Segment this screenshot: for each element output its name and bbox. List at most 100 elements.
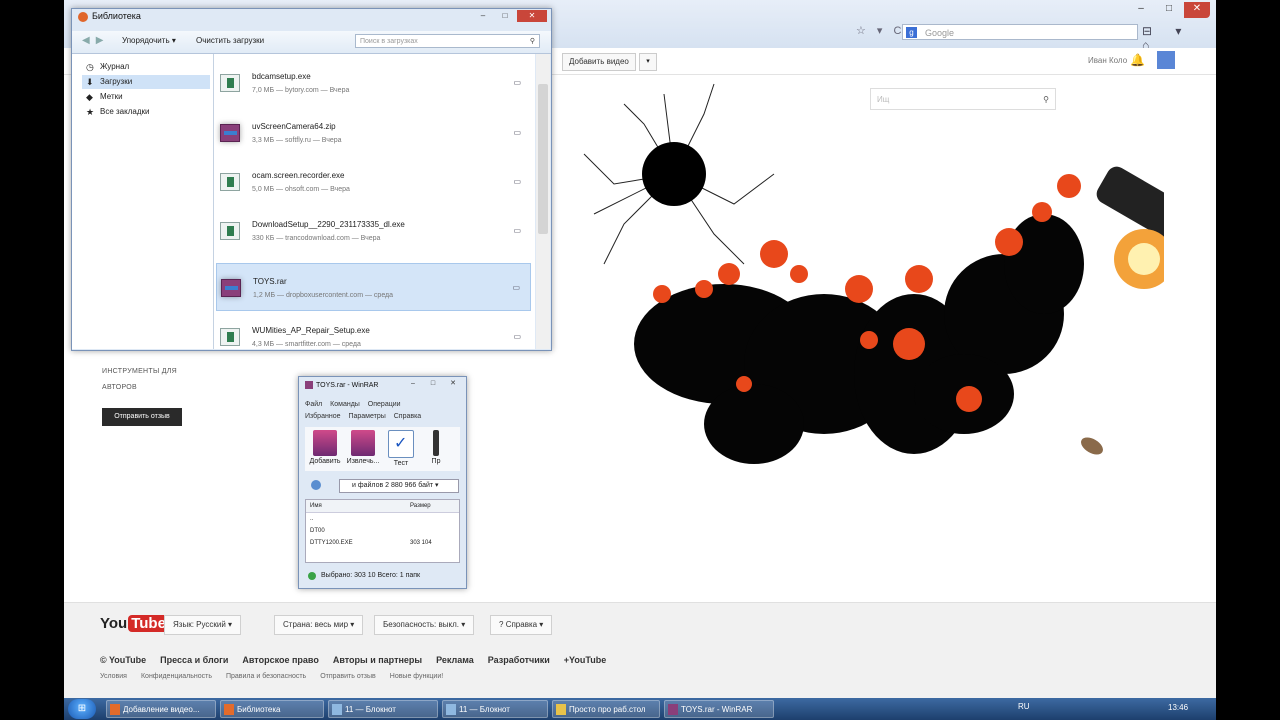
creator-tools-heading[interactable]: ИНСТРУМЕНТЫ ДЛЯ АВТОРОВ	[102, 364, 177, 396]
minimize-button[interactable]: –	[473, 10, 493, 22]
folder-icon[interactable]: ▭	[513, 332, 521, 341]
scrollbar-thumb[interactable]	[538, 84, 548, 234]
extract-button[interactable]: Извлечь...	[345, 430, 381, 465]
download-item[interactable]: bdcamsetup.exe 7,0 МБ — bytory.com — Вчер…	[216, 59, 531, 107]
taskbar-item[interactable]: 11 — Блокнот	[442, 700, 548, 718]
clock[interactable]: 13:46	[1168, 703, 1188, 712]
menu-item-options[interactable]: Параметры	[348, 413, 385, 420]
table-row[interactable]: DT00	[306, 525, 459, 537]
taskbar-item[interactable]: Добавление видео...	[106, 700, 216, 718]
winrar-title-bar[interactable]: TOYS.rar - WinRAR	[305, 381, 379, 389]
language-button[interactable]: Язык: Русский ▾	[164, 615, 242, 635]
taskbar-item[interactable]: TOYS.rar - WinRAR	[664, 700, 774, 718]
taskbar-item[interactable]: 11 — Блокнот	[328, 700, 438, 718]
taskbar-item[interactable]: Просто про раб.стол	[552, 700, 660, 718]
maximize-button[interactable]: □	[424, 379, 442, 389]
download-item[interactable]: uvScreenCamera64.zip 3,3 МБ — softfly.ru …	[216, 109, 531, 157]
column-name[interactable]: Имя	[310, 500, 322, 512]
footer-link[interactable]: Пресса и блоги	[160, 655, 228, 665]
library-title-bar[interactable]: Библиотека	[78, 11, 141, 22]
sidebar-item-downloads[interactable]: ⬇ Загрузки	[82, 75, 210, 89]
download-item[interactable]: DownloadSetup__2290_231173335_dl.exe 330 …	[216, 207, 531, 255]
download-meta: 1,2 МБ — dropboxusercontent.com — среда	[253, 292, 394, 299]
firefox-icon	[78, 11, 88, 22]
app-icon	[446, 704, 456, 715]
send-feedback-button[interactable]: Отправить отзыв	[102, 408, 182, 426]
folder-icon[interactable]: ▭	[513, 128, 521, 137]
footer-link[interactable]: Разработчики	[488, 655, 550, 665]
sidebar-item-label: Метки	[100, 92, 123, 101]
folder-icon[interactable]: ▭	[513, 226, 521, 235]
menu-item-commands[interactable]: Команды	[330, 401, 360, 408]
sidebar-item-tags[interactable]: ◆ Метки	[82, 90, 123, 104]
folder-icon[interactable]: ▭	[513, 177, 521, 186]
footer-sub-link[interactable]: Конфиденциальность	[141, 673, 212, 680]
language-indicator[interactable]: RU	[1018, 702, 1030, 711]
table-row[interactable]: DTTY1200.EXE 303 104	[306, 537, 459, 549]
close-button[interactable]: ✕	[1184, 2, 1210, 18]
download-item[interactable]: ocam.screen.recorder.exe 5,0 МБ — ohsoft.…	[216, 158, 531, 206]
download-item[interactable]: WUMities_AP_Repair_Setup.exe 4,3 МБ — sma…	[216, 313, 531, 349]
youtube-logo[interactable]: You Tube	[100, 615, 169, 632]
minimize-button[interactable]: –	[1128, 2, 1154, 18]
view-button[interactable]: Пр	[421, 430, 451, 465]
help-button[interactable]: ? Справка ▾	[490, 615, 553, 635]
up-folder-icon[interactable]	[311, 480, 321, 490]
folder-icon[interactable]: ▭	[512, 283, 520, 292]
library-toolbar: ◀▶ Упорядочить ▾ Очистить загрузки Поиск…	[72, 31, 551, 54]
archive-file-icon	[221, 279, 241, 297]
cannon-icon	[1096, 166, 1164, 289]
bookmark-reload-icons[interactable]: ☆ ▾ C	[856, 24, 905, 37]
search-icon[interactable]: ⚲	[530, 35, 535, 49]
footer-sub-link[interactable]: Условия	[100, 673, 127, 680]
desktop-toy-overlay	[583, 83, 1164, 464]
footer-link[interactable]: © YouTube	[100, 655, 146, 665]
country-button[interactable]: Страна: весь мир ▾	[274, 615, 364, 635]
language-label: Язык: Русский	[173, 620, 226, 629]
downloads-search-input[interactable]: Поиск в загрузках ⚲	[355, 34, 540, 48]
add-button[interactable]: Добавить	[307, 430, 343, 465]
winrar-menu: Файл Команды Операции Избранное Параметр…	[305, 399, 460, 425]
clear-downloads-button[interactable]: Очистить загрузки	[196, 36, 264, 45]
footer-link[interactable]: Реклама	[436, 655, 474, 665]
app-icon	[668, 704, 678, 715]
menu-item-operations[interactable]: Операции	[368, 401, 401, 408]
maximize-button[interactable]: □	[1156, 2, 1182, 18]
library-sidebar: ◷ Журнал ⬇ Загрузки ◆ Метки ★ Все закладки	[72, 54, 214, 349]
column-size[interactable]: Размер	[410, 500, 431, 512]
footer-link[interactable]: +YouTube	[564, 655, 606, 665]
test-button[interactable]: Тест	[383, 430, 419, 467]
file-name: ..	[310, 516, 314, 522]
back-forward-icons[interactable]: ◀▶	[82, 35, 109, 46]
tool-label: Извлечь...	[346, 458, 380, 465]
sidebar-item-bookmarks[interactable]: ★ Все закладки	[82, 105, 149, 119]
minimize-button[interactable]: –	[404, 379, 422, 389]
table-row[interactable]: ..	[306, 513, 459, 525]
winrar-icon	[305, 381, 313, 389]
close-button[interactable]: ✕	[517, 10, 547, 22]
taskbar-item[interactable]: Библиотека	[220, 700, 324, 718]
taskbar: ⊞ Добавление видео... Библиотека 11 — Блок…	[64, 698, 1216, 720]
download-item-selected[interactable]: TOYS.rar 1,2 МБ — dropboxusercontent.com …	[216, 263, 531, 311]
downloads-scrollbar[interactable]	[536, 54, 550, 349]
footer-sub-link[interactable]: Новые функции!	[390, 673, 443, 680]
folder-icon[interactable]: ▭	[513, 78, 521, 87]
organize-menu[interactable]: Упорядочить ▾	[122, 36, 176, 45]
sidebar-item-history[interactable]: ◷ Журнал	[82, 60, 129, 74]
start-button[interactable]: ⊞	[68, 699, 96, 719]
footer-sub-link[interactable]: Правила и безопасность	[226, 673, 306, 680]
menu-item-favorites[interactable]: Избранное	[305, 413, 340, 420]
download-meta: 5,0 МБ — ohsoft.com — Вчера	[252, 186, 350, 193]
status-text: Выбрано: 303 10 Всего: 1 папк	[321, 572, 421, 579]
footer-sub-link[interactable]: Отправить отзыв	[320, 673, 376, 680]
close-button[interactable]: ✕	[444, 379, 462, 389]
footer-link[interactable]: Авторы и партнеры	[333, 655, 422, 665]
archive-path-dropdown[interactable]: и файлов 2 880 966 байт ▾	[339, 479, 459, 493]
checkmark-icon	[388, 430, 414, 458]
footer-link[interactable]: Авторское право	[242, 655, 318, 665]
search-engine-input[interactable]: g Google	[902, 24, 1138, 40]
menu-item-help[interactable]: Справка	[394, 413, 421, 420]
safety-button[interactable]: Безопасность: выкл. ▾	[374, 615, 475, 635]
menu-item-file[interactable]: Файл	[305, 401, 322, 408]
maximize-button[interactable]: □	[495, 10, 515, 22]
